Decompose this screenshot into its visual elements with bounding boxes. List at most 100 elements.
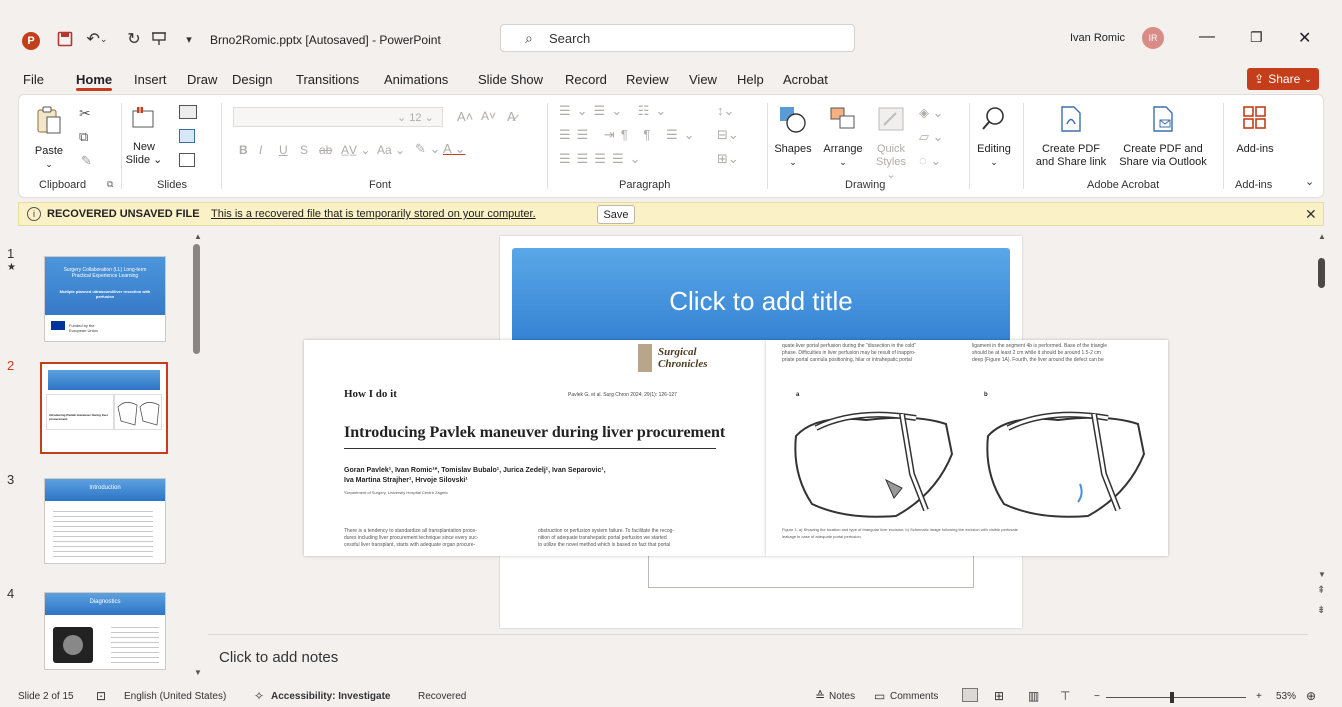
shadow-icon[interactable]: S bbox=[300, 143, 308, 157]
tab-help[interactable]: Help bbox=[737, 72, 764, 87]
share-button[interactable]: ⇪ Share ⌄ bbox=[1247, 68, 1319, 90]
dialog-launcher-icon[interactable]: ⧉ bbox=[107, 179, 113, 190]
change-case-icon[interactable]: Aa ⌄ bbox=[377, 143, 405, 157]
notes-pane[interactable]: Click to add notes bbox=[208, 634, 1308, 680]
slide-thumbnail-1[interactable]: Surgery Collaboration (LL) Long-term Pra… bbox=[44, 256, 166, 342]
customize-qat-icon[interactable]: ▾ bbox=[180, 30, 198, 48]
format-painter-icon[interactable]: ✎ bbox=[81, 153, 92, 169]
list-buttons[interactable]: ☰⌄☰⌄ ☷⌄ bbox=[559, 103, 672, 119]
slideshow-icon[interactable]: ⊤ bbox=[1060, 689, 1070, 703]
language-indicator[interactable]: English (United States) bbox=[124, 691, 226, 702]
tab-transitions[interactable]: Transitions bbox=[296, 72, 359, 87]
scroll-down-icon[interactable]: ▼ bbox=[1318, 570, 1326, 579]
font-size-combo[interactable]: ⌄ 12 ⌄ bbox=[397, 111, 434, 124]
banner-save-button[interactable]: Save bbox=[597, 205, 635, 224]
section-icon[interactable] bbox=[179, 153, 195, 167]
cut-icon[interactable]: ✂ bbox=[79, 105, 91, 122]
increase-font-icon[interactable]: A˄ bbox=[457, 109, 473, 124]
notes-icon[interactable]: ≙ bbox=[815, 689, 825, 703]
shape-fill-icon[interactable]: ◈ ⌄ bbox=[919, 105, 944, 121]
accessibility-icon[interactable]: ✧ bbox=[254, 689, 264, 703]
slide-thumbnail-3[interactable]: Introduction bbox=[44, 478, 166, 564]
comments-button[interactable]: Comments bbox=[890, 691, 938, 702]
decrease-font-icon[interactable]: A˅ bbox=[481, 109, 496, 123]
scroll-down-icon[interactable]: ▼ bbox=[194, 668, 202, 677]
copy-icon[interactable]: ⧉ bbox=[79, 129, 88, 145]
zoom-in-icon[interactable]: + bbox=[1256, 691, 1262, 702]
undo-icon[interactable]: ↶ ⌄ bbox=[82, 30, 112, 48]
tab-acrobat[interactable]: Acrobat bbox=[783, 72, 828, 87]
next-slide-icon[interactable]: ⇟ bbox=[1317, 606, 1325, 616]
zoom-slider-track[interactable] bbox=[1106, 697, 1246, 698]
shape-outline-icon[interactable]: ▱ ⌄ bbox=[919, 129, 944, 145]
banner-message[interactable]: This is a recovered file that is tempora… bbox=[211, 208, 536, 220]
new-slide-button[interactable]: New Slide ⌄ bbox=[125, 105, 163, 167]
zoom-out-icon[interactable]: − bbox=[1094, 691, 1100, 702]
paper-image-left[interactable]: Surgical Chronicles How I do it Pavlek G… bbox=[304, 340, 766, 556]
search-input[interactable]: ⌕ Search bbox=[500, 24, 855, 52]
close-button[interactable]: ✕ bbox=[1298, 28, 1311, 48]
slide-scrollbar[interactable] bbox=[1318, 258, 1325, 288]
arrange-button[interactable]: Arrange ⌄ bbox=[819, 105, 867, 169]
align-buttons[interactable]: ☰☰☰☰⌄ bbox=[559, 151, 647, 167]
fit-slide-icon[interactable]: ⊕ bbox=[1306, 689, 1316, 703]
normal-view-button[interactable] bbox=[962, 688, 978, 702]
text-direction-icon[interactable]: ↕⌄ bbox=[717, 103, 734, 119]
close-banner-icon[interactable]: ✕ bbox=[1305, 206, 1317, 223]
spell-check-icon[interactable]: ⊡ bbox=[96, 689, 106, 703]
quick-styles-button[interactable]: Quick Styles ⌄ bbox=[871, 105, 911, 182]
tab-file[interactable]: File bbox=[23, 72, 44, 87]
thumbnail-scrollbar[interactable] bbox=[193, 244, 200, 354]
create-pdf-share-link-button[interactable]: Create PDF and Share link bbox=[1027, 105, 1115, 169]
underline-icon[interactable]: U bbox=[279, 143, 288, 157]
present-icon[interactable] bbox=[150, 30, 168, 48]
tab-draw[interactable]: Draw bbox=[187, 72, 217, 87]
scroll-up-icon[interactable]: ▲ bbox=[1318, 232, 1326, 241]
align-text-icon[interactable]: ⊟⌄ bbox=[717, 127, 739, 143]
tab-home[interactable]: Home bbox=[76, 72, 112, 87]
create-pdf-outlook-button[interactable]: Create PDF and Share via Outlook bbox=[1113, 105, 1213, 169]
bold-icon[interactable]: B bbox=[239, 143, 248, 157]
collapse-ribbon-icon[interactable]: ⌄ bbox=[1305, 175, 1314, 188]
slide-sorter-icon[interactable]: ⊞ bbox=[994, 689, 1004, 703]
redo-icon[interactable]: ↻ bbox=[125, 30, 143, 48]
accessibility-status[interactable]: Accessibility: Investigate bbox=[271, 691, 391, 702]
slide-indicator[interactable]: Slide 2 of 15 bbox=[18, 691, 74, 702]
save-icon[interactable] bbox=[56, 30, 74, 48]
avatar[interactable]: IR bbox=[1142, 27, 1164, 49]
layout-icon[interactable] bbox=[179, 105, 197, 119]
reset-icon[interactable] bbox=[179, 129, 195, 143]
comments-icon[interactable]: ▭ bbox=[874, 689, 885, 703]
tab-record[interactable]: Record bbox=[565, 72, 607, 87]
editing-button[interactable]: Editing ⌄ bbox=[973, 105, 1015, 169]
clear-format-icon[interactable]: A̷ bbox=[507, 109, 516, 124]
smartart-icon[interactable]: ⊞⌄ bbox=[717, 151, 739, 167]
restore-button[interactable]: ❐ bbox=[1250, 29, 1263, 46]
tab-review[interactable]: Review bbox=[626, 72, 669, 87]
tab-insert[interactable]: Insert bbox=[134, 72, 167, 87]
tab-view[interactable]: View bbox=[689, 72, 717, 87]
indent-buttons[interactable]: ☰☰ ⇥¶ ¶ ☰⌄ bbox=[559, 127, 701, 143]
tab-animations[interactable]: Animations bbox=[384, 72, 448, 87]
reading-view-icon[interactable]: ▥ bbox=[1028, 689, 1039, 703]
zoom-slider-thumb[interactable] bbox=[1170, 692, 1174, 703]
slide-thumbnail-4[interactable]: Diagnostics bbox=[44, 592, 166, 670]
user-name[interactable]: Ivan Romic bbox=[1070, 32, 1125, 44]
font-color-icon[interactable]: A ⌄ bbox=[443, 141, 465, 157]
add-ins-button[interactable]: Add-ins bbox=[1229, 105, 1281, 156]
notes-button[interactable]: Notes bbox=[829, 691, 855, 702]
paste-button[interactable]: Paste ⌄ bbox=[29, 105, 69, 171]
minimize-button[interactable]: — bbox=[1199, 28, 1215, 46]
italic-icon[interactable]: I bbox=[259, 143, 262, 157]
char-spacing-icon[interactable]: A̲V̲ ⌄ bbox=[341, 143, 370, 157]
zoom-level[interactable]: 53% bbox=[1276, 691, 1296, 702]
shapes-button[interactable]: Shapes ⌄ bbox=[771, 105, 815, 169]
strikethrough-icon[interactable]: ab bbox=[319, 143, 332, 157]
tab-design[interactable]: Design bbox=[232, 72, 272, 87]
highlight-icon[interactable]: ✎ ⌄ bbox=[415, 141, 440, 157]
slide-thumbnail-2[interactable]: Introducing Pavlek maneuver during liver… bbox=[40, 362, 168, 454]
tab-slide-show[interactable]: Slide Show bbox=[478, 72, 543, 87]
previous-slide-icon[interactable]: ⇞ bbox=[1317, 586, 1325, 596]
paper-image-right[interactable]: quate liver portal perfusion during the … bbox=[766, 340, 1168, 556]
shape-effects-icon[interactable]: ◌ ⌄ bbox=[919, 153, 941, 169]
